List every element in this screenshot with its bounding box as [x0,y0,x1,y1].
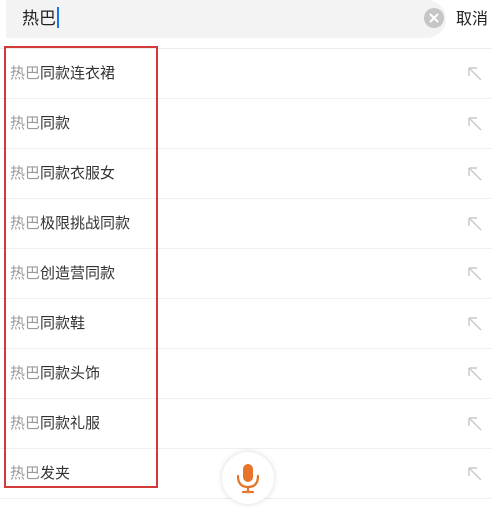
suggestion-item[interactable]: 热巴创造营同款 [0,249,492,299]
suggestion-list: 热巴同款连衣裙 热巴同款 热巴同款衣服女 热巴极限挑战同款 热巴创造营同款 热巴… [0,48,492,514]
suggestion-suffix: 同款礼服 [40,414,101,432]
search-bar: 热巴 取消 [0,0,492,44]
search-input[interactable]: 热巴 [6,0,446,38]
search-suggestion-screen: 热巴 取消 热巴同款连衣裙 热巴同款 热巴同款衣服女 热巴极限挑战同款 热巴创造… [0,0,492,514]
text-cursor [57,7,59,28]
matched-keyword: 热巴 [10,364,41,382]
suggestion-text: 热巴创造营同款 [10,261,115,285]
suggestion-text: 热巴极限挑战同款 [10,211,130,235]
suggestion-suffix: 同款衣服女 [40,164,116,182]
cancel-button[interactable]: 取消 [456,6,488,32]
suggestion-text: 热巴同款连衣裙 [10,61,115,85]
clear-search-button[interactable] [424,8,444,28]
clear-circle-icon [429,13,439,23]
suggestion-item[interactable]: 热巴同款连衣裙 [0,49,492,99]
microphone-icon [236,464,260,494]
arrow-up-left-icon[interactable] [466,165,484,183]
matched-keyword: 热巴 [10,414,41,432]
suggestion-suffix: 同款 [40,114,71,132]
matched-keyword: 热巴 [10,314,41,332]
suggestion-suffix: 极限挑战同款 [40,214,131,232]
suggestion-text: 热巴同款 [10,111,70,135]
matched-keyword: 热巴 [10,64,41,82]
suggestion-text: 热巴同款头饰 [10,361,100,385]
arrow-up-left-icon[interactable] [466,465,484,483]
arrow-up-left-icon[interactable] [466,215,484,233]
suggestion-suffix: 同款鞋 [40,314,86,332]
arrow-up-left-icon[interactable] [466,415,484,433]
arrow-up-left-icon[interactable] [466,115,484,133]
arrow-up-left-icon[interactable] [466,365,484,383]
suggestion-suffix: 发夹 [40,464,71,482]
matched-keyword: 热巴 [10,214,41,232]
suggestion-item[interactable]: 热巴同款 [0,99,492,149]
suggestion-text: 热巴同款礼服 [10,411,100,435]
search-query: 热巴 [22,9,56,29]
voice-search-button[interactable] [222,452,274,504]
arrow-up-left-icon[interactable] [466,65,484,83]
suggestion-text: 热巴同款鞋 [10,311,85,335]
matched-keyword: 热巴 [10,114,41,132]
suggestion-item[interactable]: 热巴极限挑战同款 [0,199,492,249]
matched-keyword: 热巴 [10,164,41,182]
arrow-up-left-icon[interactable] [466,315,484,333]
suggestion-text: 热巴同款衣服女 [10,161,115,185]
suggestion-item[interactable]: 热巴同款鞋 [0,299,492,349]
suggestion-suffix: 创造营同款 [40,264,116,282]
suggestion-item[interactable]: 热巴同款衣服女 [0,149,492,199]
suggestion-suffix: 同款头饰 [40,364,101,382]
search-input-text[interactable]: 热巴 [22,6,59,32]
suggestion-item[interactable]: 热巴同款头饰 [0,349,492,399]
matched-keyword: 热巴 [10,464,41,482]
suggestion-suffix: 同款连衣裙 [40,64,116,82]
arrow-up-left-icon[interactable] [466,265,484,283]
matched-keyword: 热巴 [10,264,41,282]
suggestion-text: 热巴发夹 [10,461,70,485]
suggestion-item[interactable]: 热巴同款礼服 [0,399,492,449]
